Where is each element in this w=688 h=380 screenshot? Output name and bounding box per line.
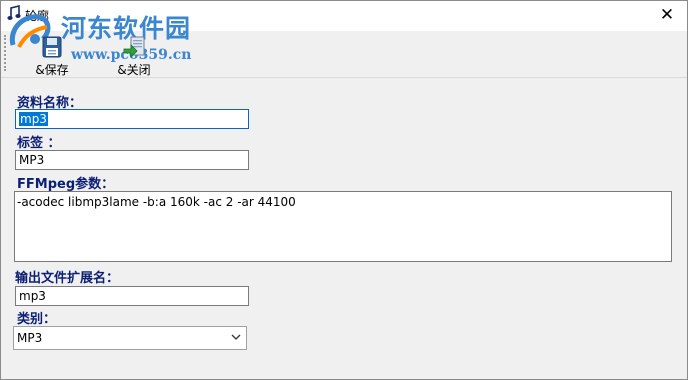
tag-field-value: MP3 [19, 153, 45, 167]
save-button-label: &保存 [35, 63, 69, 77]
ffmpeg-params-value: -acodec libmp3lame -b:a 160k -ac 2 -ar 4… [17, 195, 296, 209]
name-field-value: mp3 [19, 112, 48, 126]
toolbar-divider [1, 77, 687, 78]
save-disk-icon [42, 36, 62, 58]
name-field[interactable]: mp3 [15, 109, 249, 129]
toolbar [1, 31, 687, 75]
extension-label: 输出文件扩展名： [15, 271, 120, 286]
type-label: 类别： [17, 312, 57, 327]
type-dropdown[interactable]: MP3 [13, 326, 247, 350]
close-icon: ✕ [659, 5, 675, 25]
chevron-down-icon [231, 334, 241, 340]
close-window-button[interactable]: ✕ [647, 1, 687, 31]
tag-field[interactable]: MP3 [15, 150, 249, 170]
close-button-label: &关闭 [117, 63, 151, 77]
toolbar-grip[interactable] [4, 35, 8, 71]
profile-window: 轮廓 ✕ 河东软件园 www.pc0359.cn &保存 &关闭 [0, 0, 688, 380]
extension-field-value: mp3 [19, 289, 46, 303]
close-document-icon [123, 36, 145, 58]
ffmpeg-label: FFMpeg参数： [17, 177, 115, 192]
ffmpeg-params-field[interactable]: -acodec libmp3lame -b:a 160k -ac 2 -ar 4… [14, 191, 672, 262]
save-button[interactable]: &保存 [29, 33, 75, 77]
extension-field[interactable]: mp3 [15, 286, 249, 306]
tag-label: 标签 ： [17, 136, 61, 151]
type-dropdown-value: MP3 [17, 331, 43, 345]
close-button[interactable]: &关闭 [111, 33, 157, 77]
